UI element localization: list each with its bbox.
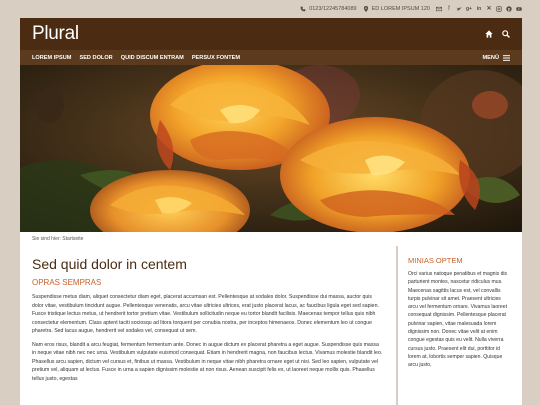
- site-logo[interactable]: Plural: [32, 23, 79, 45]
- twitter-icon[interactable]: [456, 6, 462, 12]
- hero-roses-illustration: [20, 65, 522, 232]
- phone-number: 0123/12245784089: [309, 6, 357, 12]
- nav-list: LOREM IPSUM SED DOLOR QUID DISCUM ENTRAM…: [32, 55, 240, 61]
- page-title: Sed quid dolor in centem: [32, 256, 187, 272]
- nav-item-sed-dolor[interactable]: SED DOLOR: [79, 55, 112, 61]
- menu-label: MENÜ: [482, 54, 499, 61]
- mail-icon[interactable]: [436, 6, 442, 12]
- header-icons: [485, 30, 510, 38]
- main-content: Sed quid dolor in centem OPRAS SEMPRAS S…: [20, 246, 396, 405]
- social-links: f g+ in ✕ p: [436, 6, 522, 12]
- phone-icon: [300, 6, 306, 12]
- body-paragraph-2: Nam eros risus, blandit a arcu feugiat, …: [32, 341, 383, 382]
- address-text: ED LOREM IPSUM 120: [371, 6, 430, 12]
- breadcrumb: Sie sind hier: Startseite: [20, 232, 522, 246]
- top-utility-bar: 0123/12245784089 ED LOREM IPSUM 120 f g+…: [20, 0, 522, 18]
- search-icon[interactable]: [502, 30, 510, 38]
- instagram-icon[interactable]: [496, 6, 502, 12]
- section-subtitle: OPRAS SEMPRAS: [32, 278, 102, 287]
- hamburger-icon: [503, 54, 510, 61]
- menu-button[interactable]: MENÜ: [483, 55, 510, 61]
- nav-item-lorem-ipsum[interactable]: LOREM IPSUM: [32, 55, 71, 61]
- nav-item-quid-discum-entram[interactable]: QUID DISCUM ENTRAM: [121, 55, 184, 61]
- body-paragraph-1: Suspendisse metus diam, aliquet consecte…: [32, 294, 379, 334]
- google-plus-icon[interactable]: g+: [466, 6, 472, 12]
- phone-contact[interactable]: 0123/12245784089: [300, 6, 357, 12]
- home-icon[interactable]: [485, 30, 493, 38]
- pinterest-icon[interactable]: p: [506, 6, 512, 12]
- hero-image-roses: [20, 65, 522, 232]
- linkedin-icon[interactable]: in: [476, 6, 482, 12]
- nav-item-persux-fontem[interactable]: PERSUX FONTEM: [192, 55, 240, 61]
- main-navigation: LOREM IPSUM SED DOLOR QUID DISCUM ENTRAM…: [20, 50, 522, 65]
- xing-icon[interactable]: ✕: [486, 6, 492, 12]
- facebook-icon[interactable]: f: [446, 6, 452, 12]
- address-contact[interactable]: ED LOREM IPSUM 120: [363, 6, 430, 12]
- svg-text:p: p: [508, 7, 511, 12]
- youtube-icon[interactable]: [516, 6, 522, 12]
- sidebar-title: MINIAS OPTEM: [408, 256, 463, 265]
- site-header: Plural: [20, 18, 522, 50]
- sidebar: MINIAS OPTEM Orci varius natoque penatib…: [398, 246, 522, 405]
- map-pin-icon: [363, 6, 368, 12]
- sidebar-text: Orci varius natoque penatibus et magnis …: [408, 271, 508, 369]
